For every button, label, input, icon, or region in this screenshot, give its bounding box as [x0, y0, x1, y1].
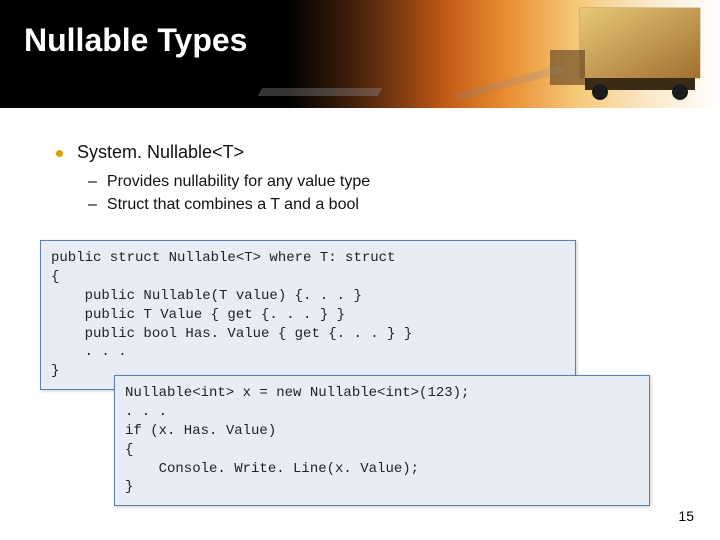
bullet-item: System. Nullable<T> –Provides nullabilit… [56, 142, 664, 214]
road-stripe [258, 88, 383, 96]
page-number: 15 [678, 508, 694, 524]
sub-bullet-text: Struct that combines a T and a bool [107, 196, 359, 213]
truck-graphic [430, 0, 710, 108]
sub-bullet-item: –Struct that combines a T and a bool [88, 196, 664, 214]
code-block-usage: Nullable<int> x = new Nullable<int>(123)… [114, 375, 650, 506]
dash-icon: – [88, 173, 97, 190]
bullet-text: System. Nullable<T> [77, 142, 244, 162]
sub-bullet-text: Provides nullability for any value type [107, 173, 370, 190]
code-block-struct: public struct Nullable<T> where T: struc… [40, 240, 576, 390]
sub-bullet-item: –Provides nullability for any value type [88, 173, 664, 191]
slide-header: Nullable Types [0, 0, 720, 108]
bullet-dot-icon [56, 150, 63, 157]
slide-title: Nullable Types [24, 22, 247, 59]
dash-icon: – [88, 196, 97, 213]
slide-content: System. Nullable<T> –Provides nullabilit… [0, 108, 720, 214]
